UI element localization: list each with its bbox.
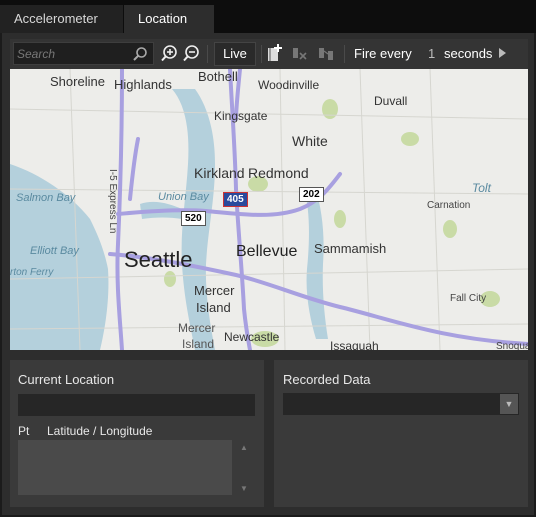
map-label-salmon-bay: Salmon Bay bbox=[16, 192, 76, 204]
route-pins-button[interactable] bbox=[316, 42, 338, 66]
map-toolbar: Live Fire every 1 seconds bbox=[10, 39, 528, 69]
interval-value[interactable]: 1 bbox=[428, 46, 435, 61]
map-label-snoqualmie: Snoqualm bbox=[496, 341, 528, 350]
map-label-union-bay: Union Bay bbox=[158, 191, 209, 203]
location-points-list[interactable] bbox=[18, 440, 232, 495]
map-label-carnation: Carnation bbox=[427, 200, 471, 211]
map-label-white: White bbox=[292, 133, 328, 149]
fire-every-label: Fire every bbox=[354, 46, 412, 61]
map-label-kingsgate: Kingsgate bbox=[214, 109, 268, 123]
zoom-in-icon bbox=[161, 45, 177, 62]
recorded-data-panel: Recorded Data ▼ bbox=[274, 360, 528, 507]
scroll-up-arrow[interactable]: ▲ bbox=[240, 443, 248, 452]
chevron-down-icon: ▼ bbox=[504, 399, 514, 409]
map-label-fall-city: Fall City bbox=[450, 293, 487, 304]
map-label-elliott-bay: Elliott Bay bbox=[30, 245, 79, 257]
map-label-mercer-island-south: Island bbox=[182, 337, 215, 350]
tab-location[interactable]: Location bbox=[124, 5, 214, 33]
latlon-column-header: Latitude / Longitude bbox=[47, 424, 153, 438]
map-label-kirkland: Kirkland bbox=[194, 165, 245, 181]
map-label-mercer-island-south: Mercer bbox=[178, 321, 216, 335]
map-label-bothell: Bothell bbox=[198, 69, 238, 84]
map-label-mercer-island: Mercer bbox=[194, 283, 235, 298]
map-label-sammamish: Sammamish bbox=[314, 241, 387, 256]
map-label-mercer-island: Island bbox=[196, 300, 231, 315]
map-label-issaquah: Issaquah bbox=[330, 339, 379, 350]
recorded-data-select[interactable] bbox=[283, 393, 519, 415]
recorded-data-title: Recorded Data bbox=[283, 372, 371, 387]
map-label-redmond: Redmond bbox=[248, 165, 309, 181]
map-label-ferry: rton Ferry bbox=[10, 267, 54, 278]
highway-shield-520: 520 bbox=[181, 211, 206, 226]
tab-bar: Accelerometer Location bbox=[0, 0, 536, 33]
current-location-field[interactable] bbox=[18, 394, 255, 416]
add-pin-button[interactable] bbox=[264, 42, 286, 66]
clear-pins-icon bbox=[293, 48, 307, 60]
map-label-seattle: Seattle bbox=[124, 247, 193, 272]
play-button[interactable] bbox=[498, 47, 508, 71]
map-label-duvall: Duvall bbox=[374, 94, 408, 108]
toolbar-separator bbox=[207, 45, 208, 63]
current-location-title: Current Location bbox=[18, 372, 115, 387]
map-label-i5-express: I-5 Express Ln bbox=[107, 169, 118, 234]
zoom-in-button[interactable] bbox=[159, 42, 179, 66]
search-icon[interactable] bbox=[132, 46, 148, 67]
highway-shield-405: 405 bbox=[223, 192, 248, 207]
toolbar-separator bbox=[261, 45, 262, 63]
interval-unit-label: seconds bbox=[444, 46, 493, 61]
current-location-panel: Current Location Pt Latitude / Longitude… bbox=[10, 360, 264, 507]
toolbar-separator bbox=[344, 45, 345, 63]
route-pins-icon bbox=[319, 48, 333, 60]
search-box bbox=[13, 42, 154, 65]
scroll-down-arrow[interactable]: ▼ bbox=[240, 484, 248, 493]
map-label-newcastle: Newcastle bbox=[224, 330, 280, 344]
zoom-out-icon bbox=[183, 45, 199, 62]
live-button[interactable]: Live bbox=[214, 42, 256, 66]
map-view[interactable]: Shoreline Highlands Bothell Woodinville … bbox=[10, 69, 528, 350]
zoom-out-button[interactable] bbox=[181, 42, 201, 66]
add-pin-icon bbox=[268, 44, 282, 61]
clear-pins-button[interactable] bbox=[290, 42, 310, 66]
recorded-data-dropdown-button[interactable]: ▼ bbox=[500, 394, 518, 414]
search-input[interactable] bbox=[17, 45, 125, 63]
play-icon bbox=[499, 48, 506, 58]
map-label-woodinville: Woodinville bbox=[258, 78, 320, 92]
map-label-shoreline: Shoreline bbox=[50, 74, 105, 89]
tab-accelerometer[interactable]: Accelerometer bbox=[0, 5, 123, 33]
map-label-bellevue: Bellevue bbox=[236, 243, 298, 260]
map-label-highlands: Highlands bbox=[114, 77, 172, 92]
map-label-tolt: Tolt bbox=[472, 181, 491, 195]
pt-column-header: Pt bbox=[18, 424, 30, 438]
highway-shield-202: 202 bbox=[299, 187, 324, 202]
